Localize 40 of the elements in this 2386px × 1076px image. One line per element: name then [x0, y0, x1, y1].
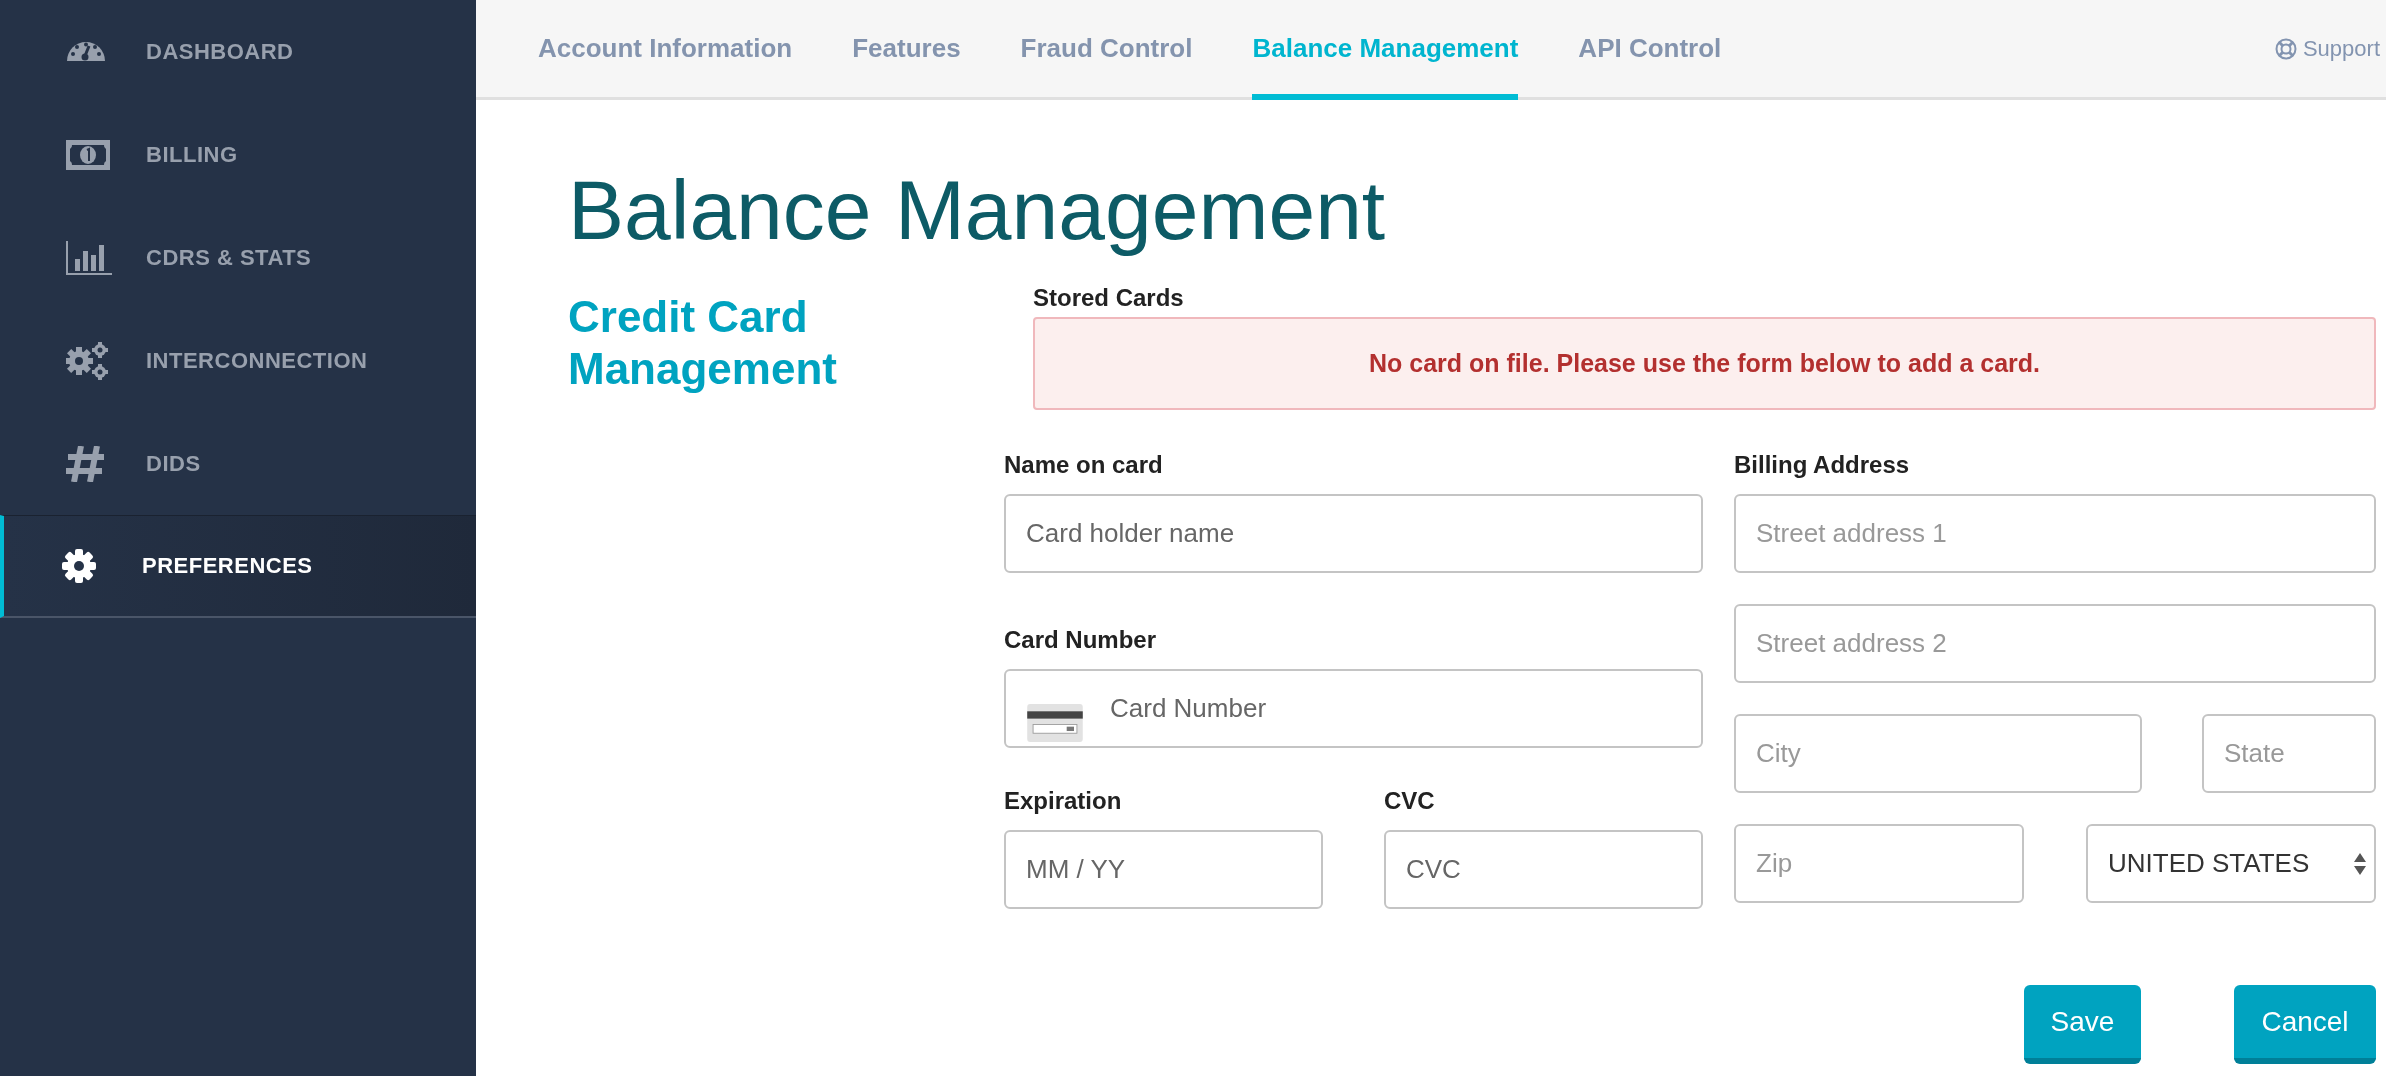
sidebar-item[interactable]: INTERCONNECTION — [0, 309, 476, 412]
field-label: Billing Address — [1734, 450, 1911, 480]
save-button[interactable]: Save — [2024, 985, 2141, 1064]
stored-cards-label: Stored Cards — [1033, 283, 1185, 313]
expiration-field[interactable]: MM / YY — [1004, 830, 1323, 909]
name-on-card-field[interactable]: Card holder name — [1004, 494, 1703, 573]
sidebar-item[interactable]: DIDS — [0, 412, 476, 515]
banknote-icon — [66, 139, 110, 170]
cancel-button[interactable]: Cancel — [2234, 985, 2376, 1064]
field-label: Card Number — [1004, 625, 1158, 655]
lifebuoy-icon — [2274, 38, 2297, 60]
zip-field[interactable]: Zip — [1734, 824, 2024, 903]
gauge-icon — [66, 41, 106, 62]
sidebar-item[interactable]: DASHBOARD — [0, 0, 476, 103]
street-address-field[interactable]: Street address 2 — [1734, 604, 2376, 683]
sidebar-item[interactable]: CDRS & STATS — [0, 206, 476, 309]
bar-chart-icon — [66, 240, 112, 275]
cvc-field[interactable]: CVC — [1384, 830, 1703, 909]
city-field[interactable]: City — [1734, 714, 2142, 793]
field-label: CVC — [1384, 786, 1436, 816]
no-card-alert: No card on file. Please use the form below to add a card. — [1033, 317, 2376, 410]
nav-tab[interactable]: API Control — [1578, 0, 1722, 100]
field-label: Name on card — [1004, 450, 1164, 480]
nav-tab[interactable]: Balance Management — [1252, 0, 1519, 100]
field-label: Expiration — [1004, 786, 1123, 816]
section-title: Credit Card Management — [568, 291, 838, 395]
sidebar-item[interactable]: PREFERENCES — [0, 515, 476, 618]
support-link[interactable]: Support — [2302, 36, 2380, 62]
nav-tab[interactable]: Features — [852, 0, 961, 100]
nav-tab[interactable]: Account Information — [538, 0, 793, 100]
nav-tab[interactable]: Fraud Control — [1020, 0, 1193, 100]
sidebar-item[interactable]: BILLING — [0, 103, 476, 206]
gears-icon — [66, 340, 110, 381]
hash-icon — [66, 445, 104, 482]
street-address-field[interactable]: Street address 1 — [1734, 494, 2376, 573]
sort-arrows-icon — [2354, 852, 2366, 875]
country-select[interactable]: UNITED STATES — [2086, 824, 2376, 903]
state-field[interactable]: State — [2202, 714, 2376, 793]
credit-card-icon — [1026, 704, 1084, 742]
card-number-field[interactable]: Card Number — [1004, 669, 1703, 748]
